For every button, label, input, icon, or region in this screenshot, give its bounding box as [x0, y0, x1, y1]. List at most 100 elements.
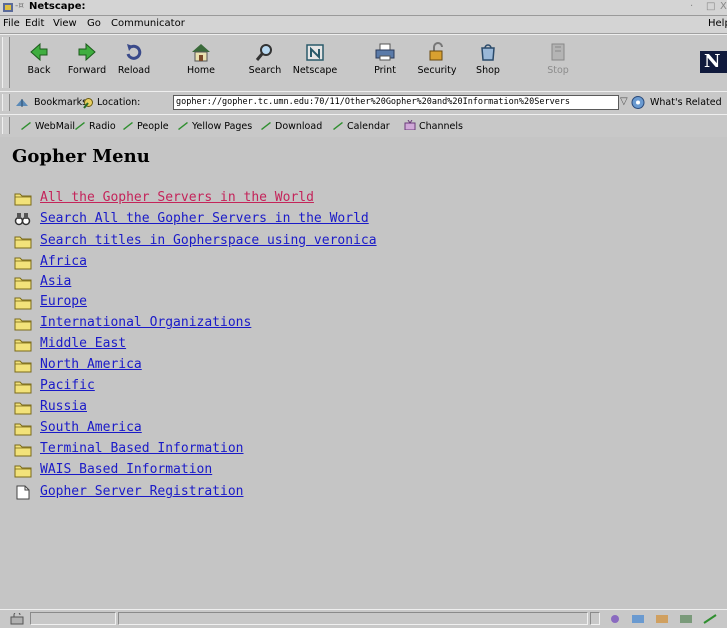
download-link[interactable]: Download: [260, 120, 322, 132]
bookmark-link-icon: [75, 122, 85, 130]
folder-icon: [14, 191, 32, 206]
menu-help[interactable]: Help: [708, 18, 727, 29]
status-message-panel: [118, 612, 588, 625]
location-url-input[interactable]: gopher://gopher.tc.umn.edu:70/11/Other%2…: [173, 95, 619, 110]
minimize-button[interactable]: ·: [690, 1, 693, 12]
gopher-link[interactable]: South America: [40, 420, 142, 436]
forward-arrow-icon: [78, 42, 96, 62]
menu-communicator[interactable]: Communicator: [111, 18, 185, 29]
gopher-link[interactable]: Asia: [40, 274, 71, 290]
page-title: Gopher Menu: [12, 146, 150, 167]
window-title: Netscape:: [29, 1, 86, 12]
document-icon: [14, 485, 32, 500]
menu-file[interactable]: File: [3, 18, 20, 29]
bookmarks-button[interactable]: Bookmarks: [34, 97, 87, 108]
menu-go[interactable]: Go: [87, 18, 101, 29]
bookmark-link-icon: [123, 122, 133, 130]
toolbar-grip[interactable]: [2, 94, 10, 111]
channels-icon: [404, 120, 416, 130]
channels-link[interactable]: Channels: [404, 120, 463, 132]
back-button[interactable]: Back: [16, 39, 62, 87]
stop-label: Stop: [547, 65, 569, 76]
url-dropdown-icon[interactable]: ▽: [620, 96, 628, 107]
radio-link[interactable]: Radio: [74, 120, 116, 132]
progress-panel: [30, 612, 116, 625]
gopher-link[interactable]: North America: [40, 357, 142, 373]
folder-icon: [14, 255, 32, 270]
location-icon: [83, 98, 93, 109]
yellow-pages-link[interactable]: Yellow Pages: [177, 120, 252, 132]
status-bar: [0, 609, 727, 628]
gopher-link[interactable]: Terminal Based Information: [40, 441, 244, 457]
folder-icon: [14, 337, 32, 352]
window-menu-icon[interactable]: -¤: [15, 1, 24, 11]
calendar-link[interactable]: Calendar: [332, 120, 390, 132]
shop-button[interactable]: Shop: [465, 39, 511, 87]
yellow-pages-label: Yellow Pages: [192, 121, 253, 132]
folder-icon: [14, 295, 32, 310]
security-button[interactable]: Security: [414, 39, 460, 87]
shop-label: Shop: [476, 65, 500, 76]
menu-view[interactable]: View: [53, 18, 77, 29]
netscape-icon: [306, 44, 324, 61]
stop-button[interactable]: Stop: [535, 39, 581, 87]
whats-related-icon: [631, 96, 645, 109]
folder-icon: [14, 400, 32, 415]
close-button[interactable]: X: [720, 1, 727, 12]
folder-icon: [14, 358, 32, 373]
netscape-logo[interactable]: N: [700, 51, 727, 73]
gopher-link[interactable]: Africa: [40, 254, 87, 270]
gopher-link[interactable]: International Organizations: [40, 315, 251, 331]
webmail-link[interactable]: WebMail: [20, 120, 75, 132]
print-label: Print: [374, 65, 396, 76]
security-lock-icon: [429, 42, 443, 61]
gopher-link[interactable]: Pacific: [40, 378, 95, 394]
toolbar-grip[interactable]: [2, 117, 10, 134]
component-bar-icons[interactable]: [608, 613, 720, 625]
gopher-link[interactable]: Middle East: [40, 336, 126, 352]
webmail-label: WebMail: [35, 121, 76, 132]
personal-toolbar: WebMail Radio People Yellow Pages Downlo…: [0, 114, 727, 138]
search-button[interactable]: Search: [242, 39, 288, 87]
menu-edit[interactable]: Edit: [25, 18, 44, 29]
forward-label: Forward: [67, 65, 107, 76]
gopher-link[interactable]: Russia: [40, 399, 87, 415]
folder-icon: [14, 234, 32, 249]
print-icon: [375, 43, 395, 61]
stop-icon: [551, 43, 565, 61]
back-arrow-icon: [30, 42, 48, 62]
gopher-link[interactable]: Europe: [40, 294, 87, 310]
bookmarks-icon: [16, 99, 28, 107]
folder-icon: [14, 442, 32, 457]
home-button[interactable]: Home: [178, 39, 224, 87]
reload-icon: [126, 44, 142, 60]
bookmark-link-icon: [333, 122, 343, 130]
security-status-icon[interactable]: [10, 613, 24, 625]
status-divider: [590, 612, 600, 625]
page-content: Gopher Menu All the Gopher Servers in th…: [0, 137, 727, 608]
toolbar-grip[interactable]: [2, 37, 10, 88]
print-button[interactable]: Print: [362, 39, 408, 87]
gopher-link[interactable]: Search titles in Gopherspace using veron…: [40, 233, 377, 249]
gopher-link[interactable]: Search All the Gopher Servers in the Wor…: [40, 211, 369, 227]
forward-button[interactable]: Forward: [64, 39, 110, 87]
channels-label: Channels: [419, 121, 463, 132]
folder-icon: [14, 316, 32, 331]
folder-icon: [14, 379, 32, 394]
netscape-label: Netscape: [292, 65, 338, 76]
gopher-link[interactable]: All the Gopher Servers in the World: [40, 190, 314, 206]
bookmark-link-icon: [178, 122, 188, 130]
search-label: Search: [248, 65, 282, 76]
netscape-button[interactable]: Netscape: [292, 39, 338, 87]
gopher-link[interactable]: WAIS Based Information: [40, 462, 212, 478]
back-label: Back: [27, 65, 51, 76]
people-link[interactable]: People: [122, 120, 169, 132]
calendar-label: Calendar: [347, 121, 390, 132]
whats-related-button[interactable]: What's Related: [650, 97, 722, 108]
netscape-window-icon: [3, 3, 13, 12]
people-label: People: [137, 121, 169, 132]
maximize-button[interactable]: □: [706, 1, 715, 12]
bookmark-link-icon: [21, 122, 31, 130]
reload-button[interactable]: Reload: [111, 39, 157, 87]
gopher-link[interactable]: Gopher Server Registration: [40, 484, 244, 500]
